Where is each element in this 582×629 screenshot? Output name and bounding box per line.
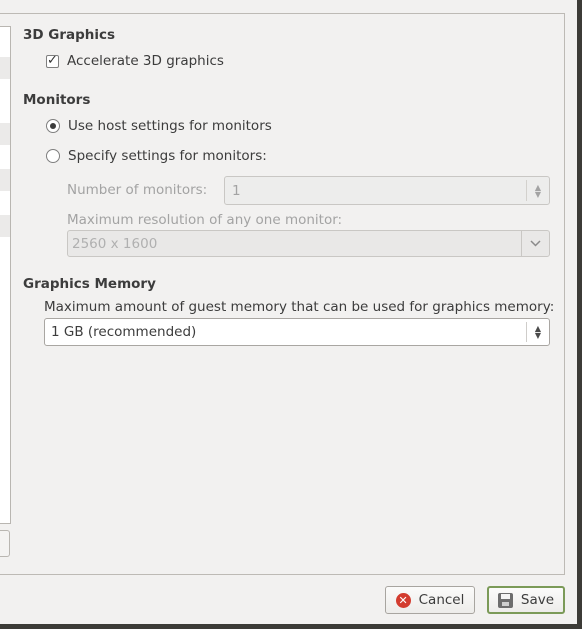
list-row[interactable] xyxy=(0,215,10,237)
max-resolution-dropdown[interactable]: 2560 x 1600 xyxy=(67,230,550,257)
up-down-arrows-icon[interactable]: ▲ ▼ xyxy=(526,180,549,201)
save-icon xyxy=(497,592,513,608)
number-of-monitors-value: 1 xyxy=(232,183,241,199)
cancel-button[interactable]: ✕ Cancel xyxy=(385,586,475,614)
accelerate-3d-checkbox[interactable]: ✓ xyxy=(46,52,59,68)
save-button[interactable]: Save xyxy=(487,586,565,614)
max-resolution-value: 2560 x 1600 xyxy=(72,236,158,252)
chevron-down-icon[interactable] xyxy=(521,231,549,256)
accelerate-3d-checkbox-row[interactable]: ✓ Accelerate 3D graphics xyxy=(46,53,224,69)
graphics-memory-value: 1 GB (recommended) xyxy=(51,324,197,340)
specify-label[interactable]: Specify settings for monitors: xyxy=(68,148,267,164)
window-border xyxy=(577,0,582,629)
use-host-radio[interactable] xyxy=(46,119,60,133)
number-of-monitors-label: Number of monitors: xyxy=(67,182,208,198)
list-row[interactable] xyxy=(0,123,10,145)
list-action-button[interactable] xyxy=(0,530,10,557)
category-list[interactable] xyxy=(0,26,11,524)
specify-radio[interactable] xyxy=(46,149,60,163)
window-border xyxy=(0,624,582,629)
section-title-graphics-memory: Graphics Memory xyxy=(23,276,156,292)
number-of-monitors-spinner[interactable]: 1 ▲ ▼ xyxy=(224,176,550,205)
list-row[interactable] xyxy=(0,57,10,79)
up-down-arrows-icon[interactable]: ▲ ▼ xyxy=(526,322,549,342)
cancel-icon: ✕ xyxy=(395,592,411,608)
section-title-monitors: Monitors xyxy=(23,92,91,108)
checkmark-icon: ✓ xyxy=(47,52,58,68)
accelerate-3d-label[interactable]: Accelerate 3D graphics xyxy=(67,53,224,69)
specify-radio-row[interactable]: Specify settings for monitors: xyxy=(46,148,267,164)
graphics-memory-dropdown[interactable]: 1 GB (recommended) ▲ ▼ xyxy=(44,318,550,346)
section-title-3d-graphics: 3D Graphics xyxy=(23,27,116,43)
use-host-label[interactable]: Use host settings for monitors xyxy=(68,118,272,134)
save-button-label: Save xyxy=(520,592,555,608)
graphics-memory-description: Maximum amount of guest memory that can … xyxy=(44,299,555,315)
list-row[interactable] xyxy=(0,169,10,191)
cancel-button-label: Cancel xyxy=(418,592,465,608)
max-resolution-label: Maximum resolution of any one monitor: xyxy=(67,212,343,228)
dialog-window: 3D Graphics ✓ Accelerate 3D graphics Mon… xyxy=(0,0,577,624)
use-host-radio-row[interactable]: Use host settings for monitors xyxy=(46,118,272,134)
